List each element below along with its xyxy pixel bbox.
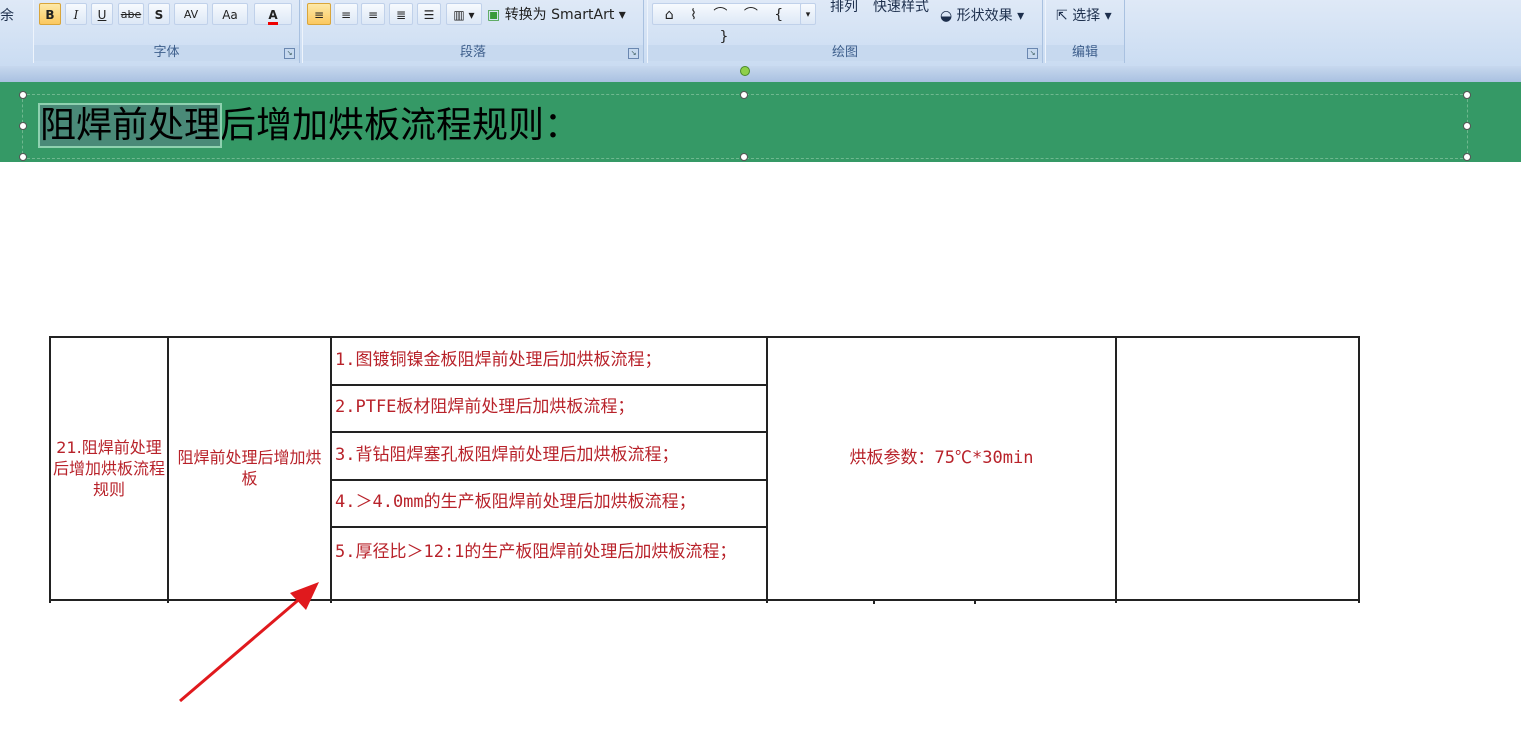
paragraph-group-label: 段落: [303, 45, 643, 61]
resize-handle[interactable]: [1463, 122, 1471, 130]
table-row: 3.背钻阻焊塞孔板阻焊前处理后加烘板流程；: [335, 445, 679, 465]
slide-title[interactable]: 阻焊前处理后增加烘板流程规则：: [37, 103, 581, 149]
cursor-arrow-icon: ⇱: [1056, 8, 1068, 24]
quick-styles-button[interactable]: 快速样式: [873, 0, 929, 16]
title-text-rest: 后增加烘板流程规则：: [220, 105, 581, 146]
ruler-bar: [0, 66, 1521, 82]
row-divider: [331, 479, 767, 481]
rotate-handle-icon[interactable]: [740, 66, 750, 76]
shape-effects-button[interactable]: ◒ 形状效果 ▾: [940, 5, 1024, 25]
empty-cell: [1120, 338, 1356, 598]
resize-handle[interactable]: [19, 122, 27, 130]
justify-button[interactable]: ≣: [389, 3, 413, 25]
annotation-arrow-icon: [179, 582, 319, 703]
font-color-icon: A: [268, 8, 278, 25]
col-divider: [330, 336, 332, 603]
partial-left-label: 余: [0, 8, 14, 24]
distributed-button[interactable]: ☰: [417, 3, 441, 25]
table-row: 1.图镀铜镍金板阻焊前处理后加烘板流程；: [335, 350, 662, 370]
char-spacing-button[interactable]: AV: [174, 3, 208, 25]
font-group: B I U abe S AV Aa A 字体 ↘: [33, 0, 300, 63]
edit-group: ⇱ 选择 ▾ 编辑: [1045, 0, 1125, 63]
drawing-dialog-launcher-icon[interactable]: ↘: [1027, 48, 1038, 59]
font-color-button[interactable]: A: [254, 3, 292, 25]
arrange-button[interactable]: 排列: [830, 0, 858, 16]
resize-handle[interactable]: [19, 153, 27, 161]
col-divider: [766, 336, 768, 603]
font-group-label: 字体: [34, 45, 299, 61]
col-divider: [1115, 336, 1117, 603]
select-button[interactable]: ⇱ 选择 ▾: [1056, 5, 1112, 25]
shapes-more-button[interactable]: ▾: [800, 3, 816, 25]
shapes-gallery[interactable]: ⌂ ⌇ ⌒ ⌒ { }: [652, 3, 802, 45]
tick-mark: [873, 599, 875, 604]
shadow-button[interactable]: S: [148, 3, 170, 25]
selected-title-text: 阻焊前处理: [37, 103, 223, 148]
rule-name-cell: 21.阻焊前处理后增加烘板流程规则: [53, 437, 166, 499]
shape-effects-label: 形状效果: [956, 8, 1013, 24]
drawing-group-label: 绘图: [648, 45, 1042, 61]
edit-group-label: 编辑: [1046, 45, 1124, 61]
col-divider: [1358, 336, 1360, 603]
col-divider: [167, 336, 169, 603]
bake-parameter-cell: 烘板参数：75℃*30min: [849, 447, 1034, 468]
change-case-button[interactable]: Aa: [212, 3, 248, 25]
align-left-button[interactable]: ≡: [307, 3, 331, 25]
ribbon: 余 B I U abe S AV Aa A 字体 ↘ ≡ ≡ ≡ ≣ ☰ ▥ ▾…: [0, 0, 1521, 66]
table-row: 2.PTFE板材阻焊前处理后加烘板流程；: [335, 397, 635, 417]
align-center-button[interactable]: ≡: [334, 3, 358, 25]
drawing-group: ⌂ ⌇ ⌒ ⌒ { } ▾ 排列 快速样式 ◒ 形状效果 ▾ 绘图 ↘: [647, 0, 1043, 63]
resize-handle[interactable]: [740, 153, 748, 161]
smartart-label: 转换为 SmartArt: [504, 7, 615, 23]
table-row: 5.厚径比＞12:1的生产板阻焊前处理后加烘板流程；: [335, 542, 737, 562]
italic-button[interactable]: I: [65, 3, 87, 25]
resize-handle[interactable]: [1463, 91, 1471, 99]
smartart-icon: ▣: [487, 7, 501, 23]
table-row: 4.＞4.0mm的生产板阻焊前处理后加烘板流程；: [335, 492, 696, 512]
resize-handle[interactable]: [19, 91, 27, 99]
tick-mark: [974, 599, 976, 604]
row-divider: [331, 431, 767, 433]
bold-button[interactable]: B: [39, 3, 61, 25]
smartart-button[interactable]: ▣ 转换为 SmartArt ▾: [486, 3, 638, 25]
font-dialog-launcher-icon[interactable]: ↘: [284, 48, 295, 59]
shape-effects-icon: ◒: [940, 8, 953, 24]
resize-handle[interactable]: [740, 91, 748, 99]
row-divider: [331, 384, 767, 386]
underline-button[interactable]: U: [91, 3, 113, 25]
select-label: 选择: [1072, 8, 1101, 24]
align-right-button[interactable]: ≡: [361, 3, 385, 25]
row-divider: [331, 526, 767, 528]
paragraph-group: ≡ ≡ ≡ ≣ ☰ ▥ ▾ ▣ 转换为 SmartArt ▾ 段落 ↘: [302, 0, 644, 63]
rule-summary-cell: 阻焊前处理后增加烘板: [177, 448, 322, 488]
resize-handle[interactable]: [1463, 153, 1471, 161]
columns-button[interactable]: ▥ ▾: [446, 3, 482, 25]
col-divider: [49, 336, 51, 603]
paragraph-dialog-launcher-icon[interactable]: ↘: [628, 48, 639, 59]
strikethrough-button[interactable]: abe: [118, 3, 144, 25]
